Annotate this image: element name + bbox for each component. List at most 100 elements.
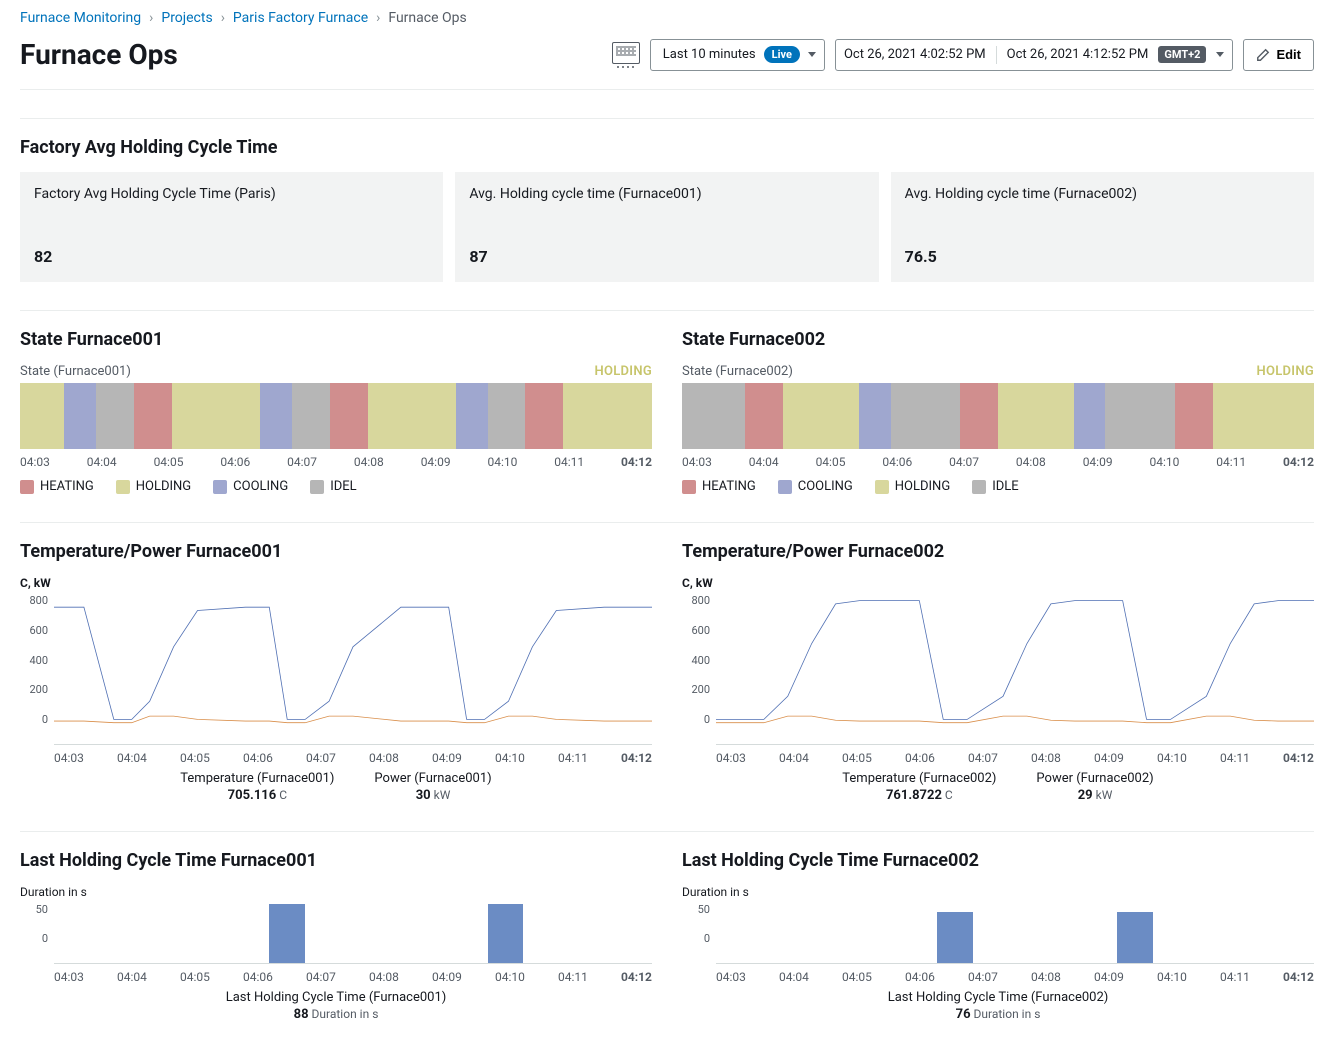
legend-item: HOLDING xyxy=(116,479,191,494)
swatch-icon xyxy=(116,480,130,494)
temp-power-f1-panel: Temperature/Power Furnace001 C, kW 02004… xyxy=(20,541,652,803)
temp-power-f2-panel: Temperature/Power Furnace002 C, kW 02004… xyxy=(682,541,1314,803)
x-axis-ticks: 04:0304:0404:0504:0604:0704:0804:0904:10… xyxy=(54,751,652,765)
bar xyxy=(269,904,305,963)
state-strip xyxy=(682,383,1314,449)
state-furnace002-panel: State Furnace002 State (Furnace002) HOLD… xyxy=(682,329,1314,494)
swatch-icon xyxy=(682,480,696,494)
state-furnace001-panel: State Furnace001 State (Furnace001) HOLD… xyxy=(20,329,652,494)
kpi-value: 82 xyxy=(34,247,429,266)
legend-item: IDEL xyxy=(310,479,356,494)
legend-item: IDLE xyxy=(972,479,1018,494)
legend-unit: Duration in s xyxy=(312,1007,379,1021)
swatch-icon xyxy=(213,480,227,494)
legend-unit: kW xyxy=(434,788,451,802)
kpi-row: Factory Avg Holding Cycle Time (Paris) 82… xyxy=(20,172,1314,282)
state-segment xyxy=(456,383,488,449)
state-segment xyxy=(20,383,64,449)
breadcrumb: Furnace Monitoring›Projects›Paris Factor… xyxy=(20,0,1314,34)
range-start: Oct 26, 2021 4:02:52 PM xyxy=(844,47,986,62)
y-axis-label: C, kW xyxy=(20,576,652,590)
state-segment xyxy=(330,383,368,449)
legend-unit: kW xyxy=(1096,788,1113,802)
legend-value: 30 xyxy=(416,788,431,803)
state-segment xyxy=(563,383,651,449)
page-header: Furnace Ops Last 10 minutes Live Oct 26,… xyxy=(20,34,1314,90)
state-status: HOLDING xyxy=(1256,364,1314,379)
breadcrumb-item: Furnace Ops xyxy=(388,10,466,26)
legend-item: COOLING xyxy=(213,479,288,494)
legend: Temperature (Furnace001)705.116C Power (F… xyxy=(20,771,652,803)
breadcrumb-item[interactable]: Furnace Monitoring xyxy=(20,10,141,26)
panel-title: Temperature/Power Furnace001 xyxy=(20,541,652,562)
state-segment xyxy=(783,383,859,449)
state-strip xyxy=(20,383,652,449)
holding-f2-panel: Last Holding Cycle Time Furnace002 Durat… xyxy=(682,850,1314,1022)
page-title: Furnace Ops xyxy=(20,38,178,71)
kpi-label: Factory Avg Holding Cycle Time (Paris) xyxy=(34,186,429,202)
keyboard-icon[interactable] xyxy=(612,42,640,68)
swatch-icon xyxy=(875,480,889,494)
legend-item: HEATING xyxy=(682,479,756,494)
legend-item: Temperature (Furnace001)705.116C xyxy=(180,771,334,803)
legend-item: HEATING xyxy=(20,479,94,494)
state-segment xyxy=(682,383,745,449)
state-segment xyxy=(891,383,961,449)
panel-title: State Furnace002 xyxy=(682,329,1314,350)
kpi-value: 76.5 xyxy=(905,247,1300,266)
legend-value: 29 xyxy=(1078,788,1093,803)
legend-label: Last Holding Cycle Time (Furnace001) xyxy=(226,990,447,1005)
breadcrumb-item[interactable]: Projects xyxy=(161,10,212,26)
legend: HEATING HOLDING COOLING IDEL xyxy=(20,479,652,494)
chevron-down-icon xyxy=(808,52,816,57)
line-chart: 0200400600800 xyxy=(20,594,652,744)
temp-power-section: Temperature/Power Furnace001 C, kW 02004… xyxy=(20,522,1314,803)
holding-f1-panel: Last Holding Cycle Time Furnace001 Durat… xyxy=(20,850,652,1022)
panel-sub: State (Furnace001) xyxy=(20,364,131,379)
bar-chart: 050 xyxy=(682,903,1314,963)
kpi-value: 87 xyxy=(469,247,864,266)
legend: Last Holding Cycle Time (Furnace002) 76D… xyxy=(682,990,1314,1022)
panel-title: State Furnace001 xyxy=(20,329,652,350)
kpi-section-title: Factory Avg Holding Cycle Time xyxy=(20,137,1314,158)
timezone-badge: GMT+2 xyxy=(1158,46,1206,63)
state-segment xyxy=(368,383,456,449)
state-segment xyxy=(64,383,96,449)
live-badge: Live xyxy=(764,46,800,63)
state-segment xyxy=(998,383,1074,449)
chevron-down-icon xyxy=(1216,52,1224,57)
bar-chart: 050 xyxy=(20,903,652,963)
line-chart: 0200400600800 xyxy=(682,594,1314,744)
legend-label: Last Holding Cycle Time (Furnace002) xyxy=(888,990,1109,1005)
state-segment xyxy=(292,383,330,449)
time-range-absolute[interactable]: Oct 26, 2021 4:02:52 PM Oct 26, 2021 4:1… xyxy=(835,39,1233,71)
legend-value: 705.116 xyxy=(228,788,277,803)
breadcrumb-item[interactable]: Paris Factory Furnace xyxy=(233,10,368,26)
x-axis-ticks: 04:0304:0404:0504:0604:0704:0804:0904:10… xyxy=(54,970,652,984)
legend-unit: C xyxy=(945,788,953,802)
swatch-icon xyxy=(972,480,986,494)
x-axis-ticks: 04:0304:0404:0504:0604:0704:0804:0904:10… xyxy=(716,751,1314,765)
y-axis-label: Duration in s xyxy=(682,885,1314,899)
range-end: Oct 26, 2021 4:12:52 PM xyxy=(1007,47,1149,62)
legend-value: 761.8722 xyxy=(886,788,942,803)
panel-title: Last Holding Cycle Time Furnace002 xyxy=(682,850,1314,871)
swatch-icon xyxy=(20,480,34,494)
chevron-right-icon: › xyxy=(376,10,380,26)
kpi-section: Factory Avg Holding Cycle Time Factory A… xyxy=(20,118,1314,282)
legend-item: Power (Furnace001)30kW xyxy=(374,771,491,803)
state-status: HOLDING xyxy=(594,364,652,379)
legend: Last Holding Cycle Time (Furnace001) 88D… xyxy=(20,990,652,1022)
edit-button-label: Edit xyxy=(1276,47,1301,62)
state-segment xyxy=(525,383,563,449)
edit-button[interactable]: Edit xyxy=(1243,39,1314,71)
state-segment xyxy=(1213,383,1314,449)
time-range-preset[interactable]: Last 10 minutes Live xyxy=(650,39,825,71)
legend: HEATINGCOOLINGHOLDINGIDLE xyxy=(682,479,1314,494)
range-label: Last 10 minutes xyxy=(663,47,756,62)
state-segment xyxy=(1105,383,1175,449)
x-axis-ticks: 04:0304:0404:0504:0604:0704:0804:0904:10… xyxy=(20,455,652,469)
legend-item: Temperature (Furnace002)761.8722C xyxy=(842,771,996,803)
swatch-icon xyxy=(310,480,324,494)
state-segment xyxy=(859,383,891,449)
